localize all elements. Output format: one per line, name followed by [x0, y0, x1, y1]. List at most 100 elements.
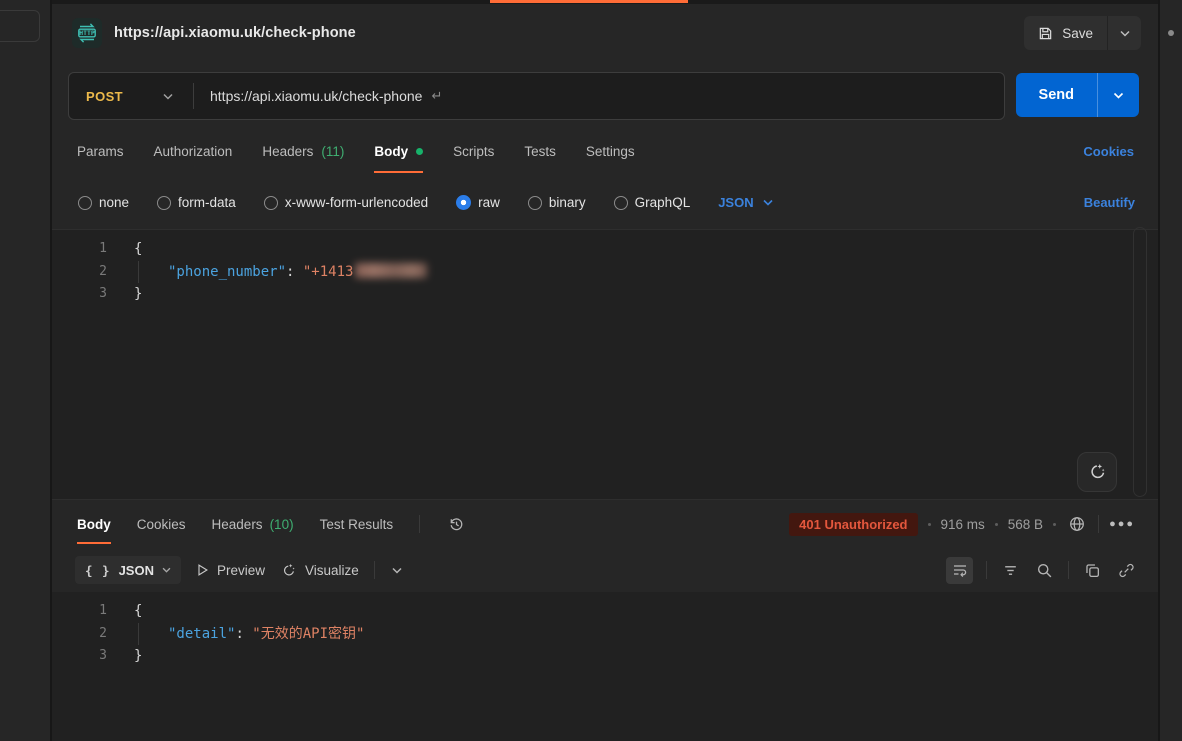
json-key: "detail"	[168, 626, 235, 642]
svg-text:HTTP: HTTP	[79, 29, 95, 37]
main-panel: HTTP https://api.xiaomu.uk/check-phone S…	[52, 0, 1158, 741]
code-line: 2 "phone_number": "+1413	[52, 261, 1158, 284]
send-options-button[interactable]	[1098, 73, 1139, 117]
indent-guide	[138, 261, 139, 283]
save-options-button[interactable]	[1108, 16, 1141, 50]
cookies-link[interactable]: Cookies	[1083, 144, 1134, 159]
divider	[374, 561, 375, 579]
save-button[interactable]: Save	[1024, 16, 1108, 50]
workspace-tabstrip	[52, 0, 1158, 4]
dot-separator	[928, 523, 931, 526]
globe-icon	[1068, 515, 1086, 533]
line-number: 3	[52, 283, 107, 306]
response-tab-cookies[interactable]: Cookies	[137, 517, 186, 532]
response-meta: 401 Unauthorized 916 ms 568 B ●●●	[789, 513, 1135, 536]
response-format-dropdown[interactable]: { } JSON	[75, 556, 181, 584]
app-window: HTTP https://api.xiaomu.uk/check-phone S…	[0, 0, 1182, 741]
tab-label: Body	[374, 144, 408, 159]
radio-icon	[528, 196, 542, 210]
tab-params[interactable]: Params	[77, 144, 124, 159]
line-number: 2	[52, 623, 107, 646]
sidebar-collapsed-item[interactable]	[0, 10, 40, 42]
right-sidebar	[1158, 0, 1182, 741]
bodytype-form-data[interactable]: form-data	[157, 195, 236, 210]
response-size[interactable]: 568 B	[1008, 517, 1043, 532]
tab-headers[interactable]: Headers (11)	[262, 144, 344, 159]
collapsed-panel-icon[interactable]	[1168, 30, 1174, 36]
tab-tests[interactable]: Tests	[524, 144, 556, 159]
response-history-button[interactable]	[446, 514, 467, 535]
tab-settings[interactable]: Settings	[586, 144, 635, 159]
postbot-sparkle-icon	[1087, 462, 1107, 482]
enter-hint-icon: ↵	[431, 88, 442, 104]
response-tab-test-results[interactable]: Test Results	[320, 517, 394, 532]
send-button[interactable]: Send	[1016, 73, 1098, 117]
json-separator: :	[235, 626, 252, 642]
tab-body[interactable]: Body	[374, 144, 423, 159]
braces-icon: { }	[85, 563, 111, 578]
radio-selected-icon	[456, 195, 471, 210]
tab-label: Params	[77, 144, 124, 159]
tab-scripts[interactable]: Scripts	[453, 144, 494, 159]
postbot-button[interactable]	[1077, 452, 1117, 492]
method-selector[interactable]: POST	[69, 89, 193, 104]
radio-label: binary	[549, 195, 586, 210]
copy-button[interactable]	[1082, 560, 1103, 581]
line-number: 1	[52, 238, 107, 261]
body-type-row: none form-data x-www-form-urlencoded raw…	[52, 176, 1158, 230]
link-button[interactable]	[1116, 560, 1137, 581]
bodytype-graphql[interactable]: GraphQL	[614, 195, 691, 210]
response-time[interactable]: 916 ms	[941, 517, 985, 532]
preview-button[interactable]: Preview	[196, 563, 265, 578]
active-tab-indicator	[490, 0, 688, 3]
tab-label: Body	[77, 517, 111, 532]
save-icon	[1038, 26, 1053, 41]
status-badge[interactable]: 401 Unauthorized	[789, 513, 917, 536]
radio-icon	[614, 196, 628, 210]
filter-button[interactable]	[1000, 560, 1021, 581]
response-body-editor[interactable]: 1 { 2 "detail": "无效的API密钥" 3 }	[52, 592, 1158, 741]
headers-count: (10)	[270, 517, 294, 532]
code-line: 3 }	[52, 283, 1158, 306]
search-button[interactable]	[1034, 560, 1055, 581]
radio-label: none	[99, 195, 129, 210]
toolbar-expand-button[interactable]	[390, 565, 404, 576]
http-request-icon: HTTP	[72, 18, 102, 48]
code-line: 1 {	[52, 600, 1158, 623]
visualize-button[interactable]: Visualize	[280, 562, 359, 579]
request-body-editor[interactable]: 1 { 2 "phone_number": "+1413 3 }	[52, 230, 1158, 500]
bodytype-raw[interactable]: raw	[456, 195, 500, 210]
line-number: 3	[52, 645, 107, 668]
json-value: "+1413	[303, 264, 354, 280]
tab-label: Headers	[212, 517, 263, 532]
bodytype-none[interactable]: none	[78, 195, 129, 210]
wrap-text-button[interactable]	[946, 557, 973, 584]
response-tab-headers[interactable]: Headers (10)	[212, 517, 294, 532]
redacted-phone-blur	[355, 263, 427, 278]
dot-separator	[995, 523, 998, 526]
beautify-link[interactable]: Beautify	[1084, 195, 1135, 210]
radio-icon	[78, 196, 92, 210]
method-label: POST	[86, 89, 123, 104]
format-dropdown[interactable]: JSON	[718, 195, 772, 210]
response-tab-body[interactable]: Body	[77, 517, 111, 532]
editor-scrollbar[interactable]	[1133, 227, 1147, 497]
json-key: "phone_number"	[168, 264, 286, 280]
network-info-button[interactable]	[1066, 513, 1088, 535]
chevron-down-icon	[163, 93, 173, 100]
bodytype-binary[interactable]: binary	[528, 195, 586, 210]
code-text: "phone_number": "+1413	[134, 261, 427, 284]
tab-authorization[interactable]: Authorization	[154, 144, 233, 159]
bodytype-urlencoded[interactable]: x-www-form-urlencoded	[264, 195, 428, 210]
save-label: Save	[1062, 26, 1093, 41]
request-url-row: POST https://api.xiaomu.uk/check-phone ↵…	[52, 62, 1158, 120]
preview-label: Preview	[217, 563, 265, 578]
url-input[interactable]: https://api.xiaomu.uk/check-phone ↵	[194, 88, 1004, 104]
code-line: 2 "detail": "无效的API密钥"	[52, 623, 1158, 646]
divider	[1068, 561, 1069, 579]
radio-label: form-data	[178, 195, 236, 210]
tab-label: Scripts	[453, 144, 494, 159]
response-more-button[interactable]: ●●●	[1109, 518, 1135, 530]
divider	[986, 561, 987, 579]
code-text: }	[134, 283, 142, 306]
